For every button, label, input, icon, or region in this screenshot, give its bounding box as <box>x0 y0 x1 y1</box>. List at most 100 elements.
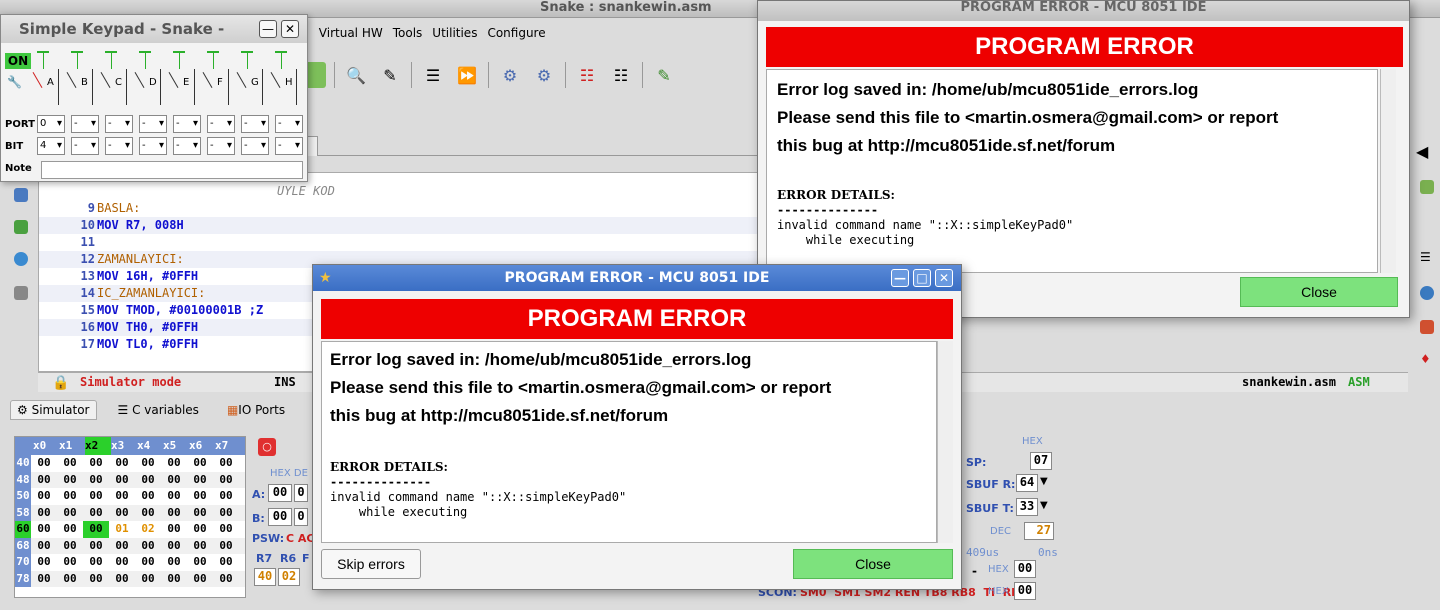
bit-select[interactable]: - ▾ <box>275 137 303 155</box>
keypad-key-f[interactable] <box>203 69 229 105</box>
file-icon[interactable] <box>14 220 28 234</box>
ram-cell[interactable]: 00 <box>57 472 83 489</box>
r7-value[interactable]: 40 <box>254 568 276 586</box>
ram-cell[interactable]: 00 <box>213 538 239 555</box>
settings-icon[interactable] <box>14 252 28 266</box>
ram-cell[interactable]: 00 <box>31 488 57 505</box>
ram-cell[interactable]: 00 <box>213 488 239 505</box>
ram-cell[interactable]: 00 <box>213 505 239 522</box>
ram-cell[interactable]: 00 <box>31 538 57 555</box>
error-scrollbar-front[interactable] <box>937 341 953 543</box>
ram-cell[interactable]: 00 <box>161 571 187 588</box>
ram-cell[interactable]: 00 <box>83 488 109 505</box>
ram-cell[interactable]: 00 <box>135 538 161 555</box>
reg-a-dec[interactable]: 0 <box>294 484 308 502</box>
code-line[interactable]: 9 BASLA: <box>39 200 759 217</box>
r6-value[interactable]: 02 <box>278 568 300 586</box>
find-icon[interactable]: 🔍 <box>343 62 369 88</box>
keypad-key-b[interactable] <box>67 69 93 105</box>
ram-cell[interactable]: 00 <box>161 472 187 489</box>
ram-cell[interactable]: 00 <box>31 571 57 588</box>
ram-cell[interactable]: 00 <box>109 554 135 571</box>
dec-value[interactable]: 27 <box>1024 522 1054 540</box>
run-icon[interactable]: ⏩ <box>454 62 480 88</box>
keypad-key-c[interactable] <box>101 69 127 105</box>
edit-icon[interactable]: ✎ <box>651 62 677 88</box>
led-matrix-icon[interactable]: ☷ <box>608 62 634 88</box>
port-select[interactable]: - ▾ <box>173 115 201 133</box>
tab-c-variables[interactable]: ☰ C variables <box>111 400 206 420</box>
pin-icon[interactable]: ♦ <box>1420 352 1431 366</box>
ram-cell[interactable]: 00 <box>109 472 135 489</box>
menu-item-utilities[interactable]: Utilities <box>432 26 477 40</box>
pen-icon[interactable]: ✎ <box>377 62 403 88</box>
close-button-back[interactable]: Close <box>1240 277 1398 307</box>
chip-icon[interactable] <box>14 286 28 300</box>
sp-value[interactable]: 07 <box>1030 452 1052 470</box>
port-select[interactable]: - ▾ <box>139 115 167 133</box>
ram-cell[interactable]: 00 <box>213 571 239 588</box>
bit-select[interactable]: - ▾ <box>207 137 235 155</box>
ram-cell[interactable]: 00 <box>135 488 161 505</box>
ram-cell[interactable]: 00 <box>161 505 187 522</box>
ram-cell[interactable]: 00 <box>161 488 187 505</box>
ram-cell[interactable]: 00 <box>135 554 161 571</box>
note-input[interactable] <box>41 161 303 179</box>
sbuf-t-value[interactable]: 33 <box>1016 498 1038 516</box>
ram-cell[interactable]: 00 <box>83 455 109 472</box>
keypad-key-g[interactable] <box>237 69 263 105</box>
ram-cell[interactable]: 00 <box>161 521 187 538</box>
error-scrollbar-back[interactable] <box>1380 69 1396 273</box>
reg-b-hex[interactable]: 00 <box>268 508 292 526</box>
skip-errors-button[interactable]: Skip errors <box>321 549 421 579</box>
tab-simulator[interactable]: ⚙ Simulator <box>10 400 97 420</box>
info-icon[interactable] <box>1420 286 1434 300</box>
code-line[interactable]: 10 MOV R7, 008H <box>39 217 759 234</box>
stop-button[interactable]: ○ <box>258 438 276 456</box>
minimize-icon[interactable]: — <box>259 20 277 38</box>
ram-cell[interactable]: 00 <box>187 505 213 522</box>
ram-cell[interactable]: 00 <box>187 521 213 538</box>
sbuf-r-dropdown-icon[interactable]: ▼ <box>1040 476 1048 487</box>
menu-item-configure[interactable]: Configure <box>487 26 545 40</box>
bit-select[interactable]: - ▾ <box>105 137 133 155</box>
bit-select[interactable]: - ▾ <box>71 137 99 155</box>
ram-cell[interactable]: 00 <box>57 455 83 472</box>
wrench-icon[interactable]: 🔧 <box>7 75 22 89</box>
gear-1-icon[interactable]: ⚙ <box>531 62 557 88</box>
ram-cell[interactable]: 00 <box>213 554 239 571</box>
ram-cell[interactable]: 00 <box>83 521 109 538</box>
ram-cell[interactable]: 02 <box>135 521 161 538</box>
ram-cell[interactable]: 00 <box>57 554 83 571</box>
ram-cell[interactable]: 00 <box>57 538 83 555</box>
ram-cell[interactable]: 00 <box>213 521 239 538</box>
ram-cell[interactable]: 00 <box>83 554 109 571</box>
ram-cell[interactable]: 00 <box>135 472 161 489</box>
ram-cell[interactable]: 00 <box>135 571 161 588</box>
ram-cell[interactable]: 00 <box>135 455 161 472</box>
ram-cell[interactable]: 00 <box>187 554 213 571</box>
ram-cell[interactable]: 00 <box>57 488 83 505</box>
ram-cell[interactable]: 00 <box>109 488 135 505</box>
ram-cell[interactable]: 00 <box>187 538 213 555</box>
ram-cell[interactable]: 00 <box>161 554 187 571</box>
ram-cell[interactable]: 01 <box>109 521 135 538</box>
seven-segment-icon[interactable]: ☷ <box>574 62 600 88</box>
reg-b-dec[interactable]: 0 <box>294 508 308 526</box>
psw-bits[interactable]: C AC <box>286 532 315 545</box>
ram-cell[interactable]: 00 <box>161 538 187 555</box>
ram-cell[interactable]: 00 <box>161 455 187 472</box>
code-line[interactable]: 11 <box>39 234 759 251</box>
bit-select[interactable]: - ▾ <box>173 137 201 155</box>
side-list-icon[interactable]: ☰ <box>1420 250 1431 264</box>
bit-select[interactable]: - ▾ <box>139 137 167 155</box>
ram-cell[interactable]: 00 <box>213 472 239 489</box>
ram-cell[interactable]: 00 <box>109 538 135 555</box>
keypad-key-a[interactable] <box>33 69 59 105</box>
keypad-key-e[interactable] <box>169 69 195 105</box>
ram-cell[interactable]: 00 <box>31 472 57 489</box>
port-select[interactable]: - ▾ <box>275 115 303 133</box>
menu-item-virtual-hw[interactable]: Virtual HW <box>319 26 383 40</box>
port-select[interactable]: - ▾ <box>105 115 133 133</box>
internal-ram-view[interactable]: x0 x1 x2 x3 x4 x5 x6 x7 40 00 00 00 00 00 00 00 00 48 00 0… <box>14 436 246 598</box>
